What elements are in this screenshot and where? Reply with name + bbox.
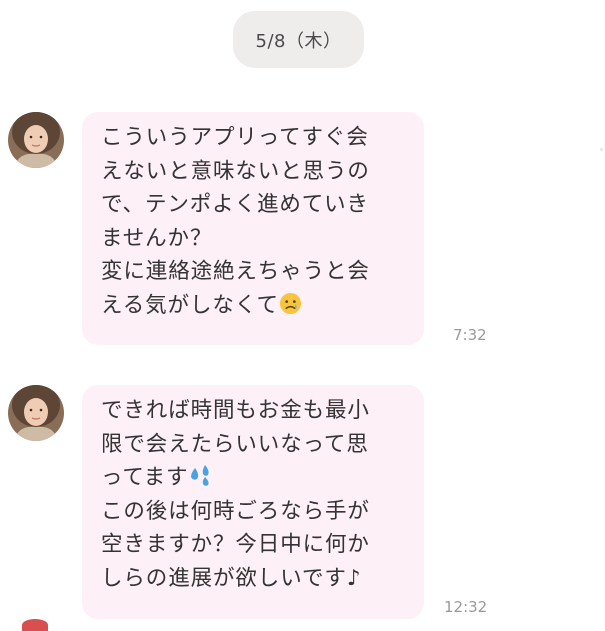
scroll-indicator xyxy=(600,148,603,151)
message-line: えないと意味ないと思うの xyxy=(101,158,370,184)
sender-avatar[interactable] xyxy=(8,385,64,441)
message-timestamp: 12:32 xyxy=(444,598,488,616)
sad-face-emoji-icon xyxy=(279,292,301,314)
sender-avatar[interactable] xyxy=(8,112,64,168)
sweat-droplets-emoji-icon xyxy=(191,465,210,486)
message-timestamp: 7:32 xyxy=(453,326,487,344)
message-line: しらの進展が欲しいです♪ xyxy=(101,565,362,591)
message-line: える気がしなくて xyxy=(101,292,279,318)
message-bubble[interactable]: こういうアプリってすぐ会 えないと意味ないと思うの で、テンポよく進めていき ま… xyxy=(82,112,424,345)
message-line: で、テンポよく進めていき xyxy=(101,192,369,217)
message-line: 限で会えたらいいなって思 xyxy=(101,431,369,457)
message-line: ませんか？ xyxy=(101,225,213,251)
avatar-photo-icon xyxy=(8,112,64,168)
avatar-photo-icon xyxy=(8,385,64,441)
date-separator: 5/8（木） xyxy=(233,11,364,68)
next-avatar-peek xyxy=(22,619,48,631)
message-line: 空きますか？今日中に何か xyxy=(101,532,370,557)
message-line: 変に連絡途絶えちゃうと会 xyxy=(101,259,370,284)
message-line: この後は何時ごろなら手が xyxy=(101,498,370,524)
message-line: ってます xyxy=(101,465,189,490)
message-bubble[interactable]: できれば時間もお金も最小 限で会えたらいいなって思 ってます この後は何時ごろな… xyxy=(82,385,424,619)
message-line: こういうアプリってすぐ会 xyxy=(101,125,369,150)
message-line: できれば時間もお金も最小 xyxy=(101,398,370,423)
